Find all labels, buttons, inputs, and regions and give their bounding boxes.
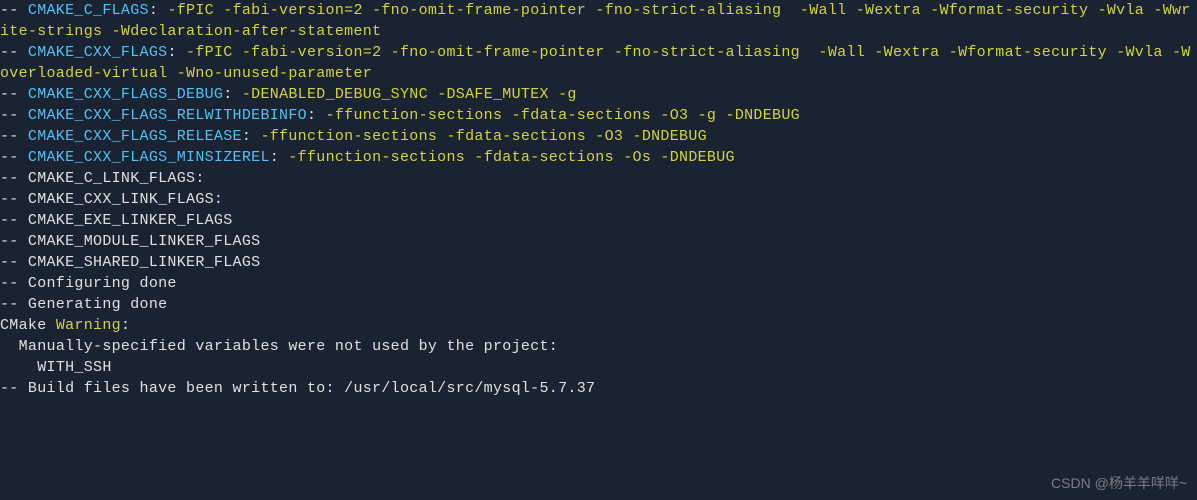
terminal-line: WITH_SSH <box>0 357 1197 378</box>
terminal-segment: -- Generating done <box>0 296 167 313</box>
terminal-line: -- CMAKE_C_LINK_FLAGS: <box>0 168 1197 189</box>
terminal-output: -- CMAKE_C_FLAGS: -fPIC -fabi-version=2 … <box>0 0 1197 500</box>
terminal-segment: -- CMAKE_MODULE_LINKER_FLAGS <box>0 233 270 250</box>
terminal-segment: -- <box>0 107 28 124</box>
terminal-segment: Warning <box>56 317 121 334</box>
terminal-line: -- CMAKE_CXX_FLAGS_MINSIZEREL: -ffunctio… <box>0 147 1197 168</box>
terminal-segment: CMAKE_CXX_FLAGS_MINSIZEREL <box>28 149 270 166</box>
terminal-segment: CMAKE_CXX_FLAGS_RELEASE <box>28 128 242 145</box>
terminal-line: -- Generating done <box>0 294 1197 315</box>
terminal-segment: : <box>121 317 130 334</box>
terminal-segment: -- CMAKE_C_LINK_FLAGS: <box>0 170 214 187</box>
terminal-segment: -- CMAKE_SHARED_LINKER_FLAGS <box>0 254 270 271</box>
terminal-segment: -- <box>0 86 28 103</box>
terminal-line: -- CMAKE_CXX_FLAGS_DEBUG: -DENABLED_DEBU… <box>0 84 1197 105</box>
terminal-segment: CMAKE_C_FLAGS <box>28 2 149 19</box>
terminal-segment: CMAKE_CXX_FLAGS_RELWITHDEBINFO <box>28 107 307 124</box>
terminal-segment: -- <box>0 128 28 145</box>
terminal-line: -- CMAKE_CXX_FLAGS_RELEASE: -ffunction-s… <box>0 126 1197 147</box>
terminal-segment: WITH_SSH <box>0 359 112 376</box>
terminal-line: -- CMAKE_CXX_FLAGS_RELWITHDEBINFO: -ffun… <box>0 105 1197 126</box>
terminal-segment: -- <box>0 149 28 166</box>
terminal-segment: Manually-specified variables were not us… <box>0 338 558 355</box>
terminal-line: -- CMAKE_C_FLAGS: -fPIC -fabi-version=2 … <box>0 0 1197 42</box>
terminal-line: Manually-specified variables were not us… <box>0 336 1197 357</box>
terminal-segment: : <box>223 86 242 103</box>
terminal-line: -- CMAKE_CXX_FLAGS: -fPIC -fabi-version=… <box>0 42 1197 84</box>
terminal-line: -- CMAKE_MODULE_LINKER_FLAGS <box>0 231 1197 252</box>
terminal-segment: -ffunction-sections -fdata-sections -Os … <box>288 149 734 166</box>
terminal-segment: CMAKE_CXX_FLAGS <box>28 44 168 61</box>
terminal-line: -- Configuring done <box>0 273 1197 294</box>
terminal-segment: -DENABLED_DEBUG_SYNC -DSAFE_MUTEX -g <box>242 86 577 103</box>
terminal-segment: -- <box>0 2 28 19</box>
terminal-line: -- Build files have been written to: /us… <box>0 378 1197 399</box>
terminal-segment: -ffunction-sections -fdata-sections -O3 … <box>326 107 800 124</box>
terminal-segment: : <box>242 128 261 145</box>
terminal-line: CMake Warning: <box>0 315 1197 336</box>
terminal-segment: -- Build files have been written to: /us… <box>0 380 595 397</box>
terminal-segment: -- CMAKE_CXX_LINK_FLAGS: <box>0 191 233 208</box>
terminal-segment: CMAKE_CXX_FLAGS_DEBUG <box>28 86 223 103</box>
terminal-line: -- CMAKE_EXE_LINKER_FLAGS <box>0 210 1197 231</box>
terminal-segment: -- <box>0 44 28 61</box>
terminal-segment: -fPIC -fabi-version=2 -fno-omit-frame-po… <box>0 2 1191 40</box>
terminal-line: -- CMAKE_CXX_LINK_FLAGS: <box>0 189 1197 210</box>
watermark: CSDN @杨羊羊咩咩~ <box>1051 473 1187 494</box>
terminal-segment: -- CMAKE_EXE_LINKER_FLAGS <box>0 212 242 229</box>
terminal-segment: -ffunction-sections -fdata-sections -O3 … <box>260 128 706 145</box>
terminal-segment: : <box>149 2 168 19</box>
terminal-segment: CMake <box>0 317 56 334</box>
terminal-segment: : <box>270 149 289 166</box>
terminal-line: -- CMAKE_SHARED_LINKER_FLAGS <box>0 252 1197 273</box>
terminal-segment: -- Configuring done <box>0 275 177 292</box>
terminal-segment: : <box>307 107 326 124</box>
terminal-segment: : <box>167 44 186 61</box>
